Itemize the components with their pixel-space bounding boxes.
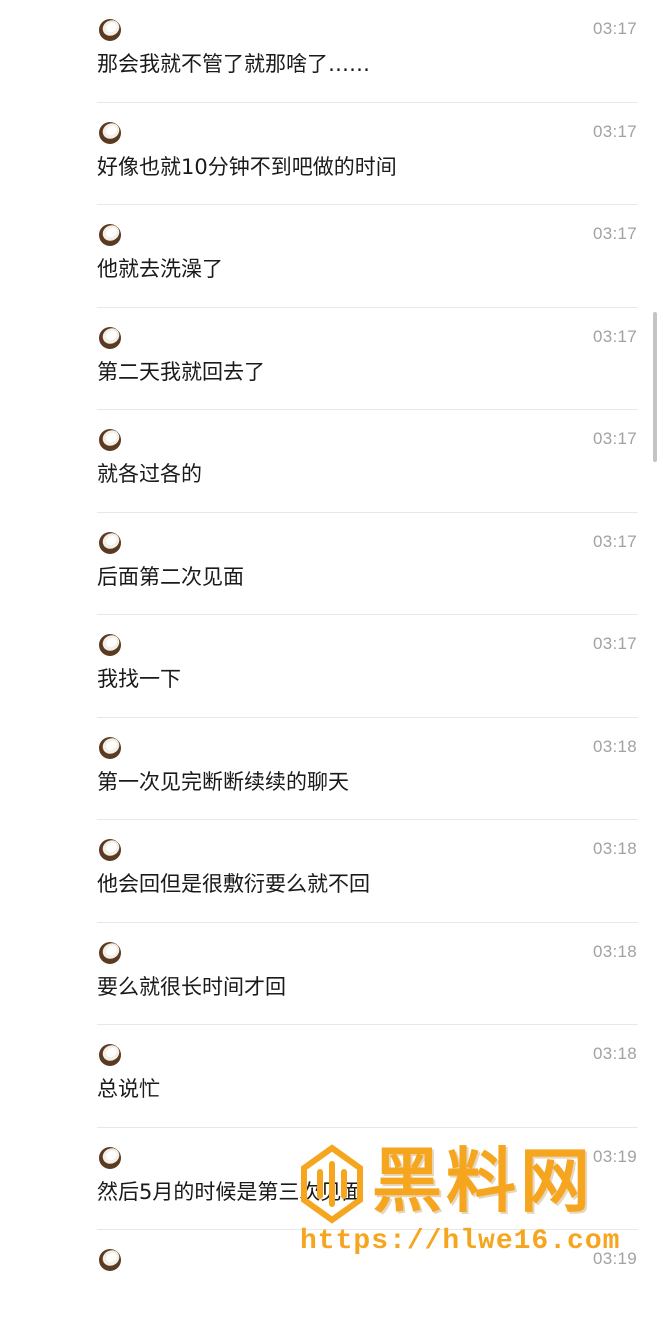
message-time: 03:17: [592, 121, 637, 141]
chat-message[interactable]: 03:17 第二天我就回去了: [0, 308, 663, 410]
chat-message[interactable]: 03:18 总说忙: [0, 1025, 663, 1128]
message-text: 然后5月的时候是第三次见面: [97, 1179, 363, 1204]
message-time: 03:17: [592, 224, 637, 243]
coconut-avatar-icon[interactable]: [98, 1043, 122, 1067]
chat-message[interactable]: 03:17 后面第二次见面: [0, 513, 663, 615]
message-text: 总说忙: [97, 1077, 160, 1101]
scrollbar[interactable]: [653, 312, 657, 462]
message-text: 第二天我就回去了: [97, 359, 265, 384]
coconut-avatar-icon[interactable]: [98, 326, 122, 350]
message-time: 03:18: [592, 839, 637, 858]
chat-message[interactable]: 03:17 他就去洗澡了: [0, 205, 663, 308]
chat-message[interactable]: 03:18 第一次见完断断续续的聊天: [0, 718, 663, 820]
message-time: 03:18: [592, 941, 637, 961]
message-time: 03:17: [592, 634, 637, 653]
message-time: 03:18: [592, 736, 637, 756]
chat-message[interactable]: 03:19: [0, 1230, 663, 1333]
chat-message[interactable]: 03:19 然后5月的时候是第三次见面: [0, 1128, 663, 1230]
message-time: 03:17: [592, 429, 637, 448]
message-time: 03:17: [592, 19, 637, 38]
chat-message[interactable]: 03:17 好像也就10分钟不到吧做的时间: [0, 103, 663, 205]
message-text: 要么就很长时间才回: [97, 974, 286, 999]
message-time: 03:19: [592, 1146, 637, 1166]
coconut-avatar-icon[interactable]: [98, 941, 122, 965]
coconut-avatar-icon[interactable]: [98, 18, 122, 42]
coconut-avatar-icon[interactable]: [98, 223, 122, 247]
chat-message[interactable]: 03:17 那会我就不管了就那啥了……: [0, 0, 663, 103]
coconut-avatar-icon[interactable]: [98, 531, 122, 555]
message-text: 我找一下: [97, 667, 181, 691]
message-text: 那会我就不管了就那啥了……: [97, 52, 370, 76]
coconut-avatar-icon[interactable]: [98, 428, 122, 452]
message-time: 03:17: [592, 326, 637, 346]
chat-message[interactable]: 03:17 就各过各的: [0, 410, 663, 513]
coconut-avatar-icon[interactable]: [98, 838, 122, 862]
coconut-avatar-icon[interactable]: [98, 1146, 122, 1170]
message-text: 第一次见完断断续续的聊天: [97, 769, 349, 794]
coconut-avatar-icon[interactable]: [98, 736, 122, 760]
message-time: 03:17: [592, 531, 637, 551]
message-time: 03:19: [592, 1249, 637, 1268]
message-text: 后面第二次见面: [97, 564, 244, 589]
coconut-avatar-icon[interactable]: [98, 121, 122, 145]
chat-message-list: 03:17 那会我就不管了就那啥了…… 03:17 好像也就10分钟不到吧做的时…: [0, 0, 663, 1333]
chat-message[interactable]: 03:17 我找一下: [0, 615, 663, 718]
message-text: 他就去洗澡了: [97, 257, 223, 281]
coconut-avatar-icon[interactable]: [98, 633, 122, 657]
chat-message[interactable]: 03:18 要么就很长时间才回: [0, 923, 663, 1025]
message-text: 好像也就10分钟不到吧做的时间: [97, 154, 397, 179]
chat-message[interactable]: 03:18 他会回但是很敷衍要么就不回: [0, 820, 663, 923]
message-text: 他会回但是很敷衍要么就不回: [97, 872, 370, 896]
coconut-avatar-icon[interactable]: [98, 1248, 122, 1272]
message-time: 03:18: [592, 1044, 637, 1063]
message-text: 就各过各的: [97, 462, 202, 486]
